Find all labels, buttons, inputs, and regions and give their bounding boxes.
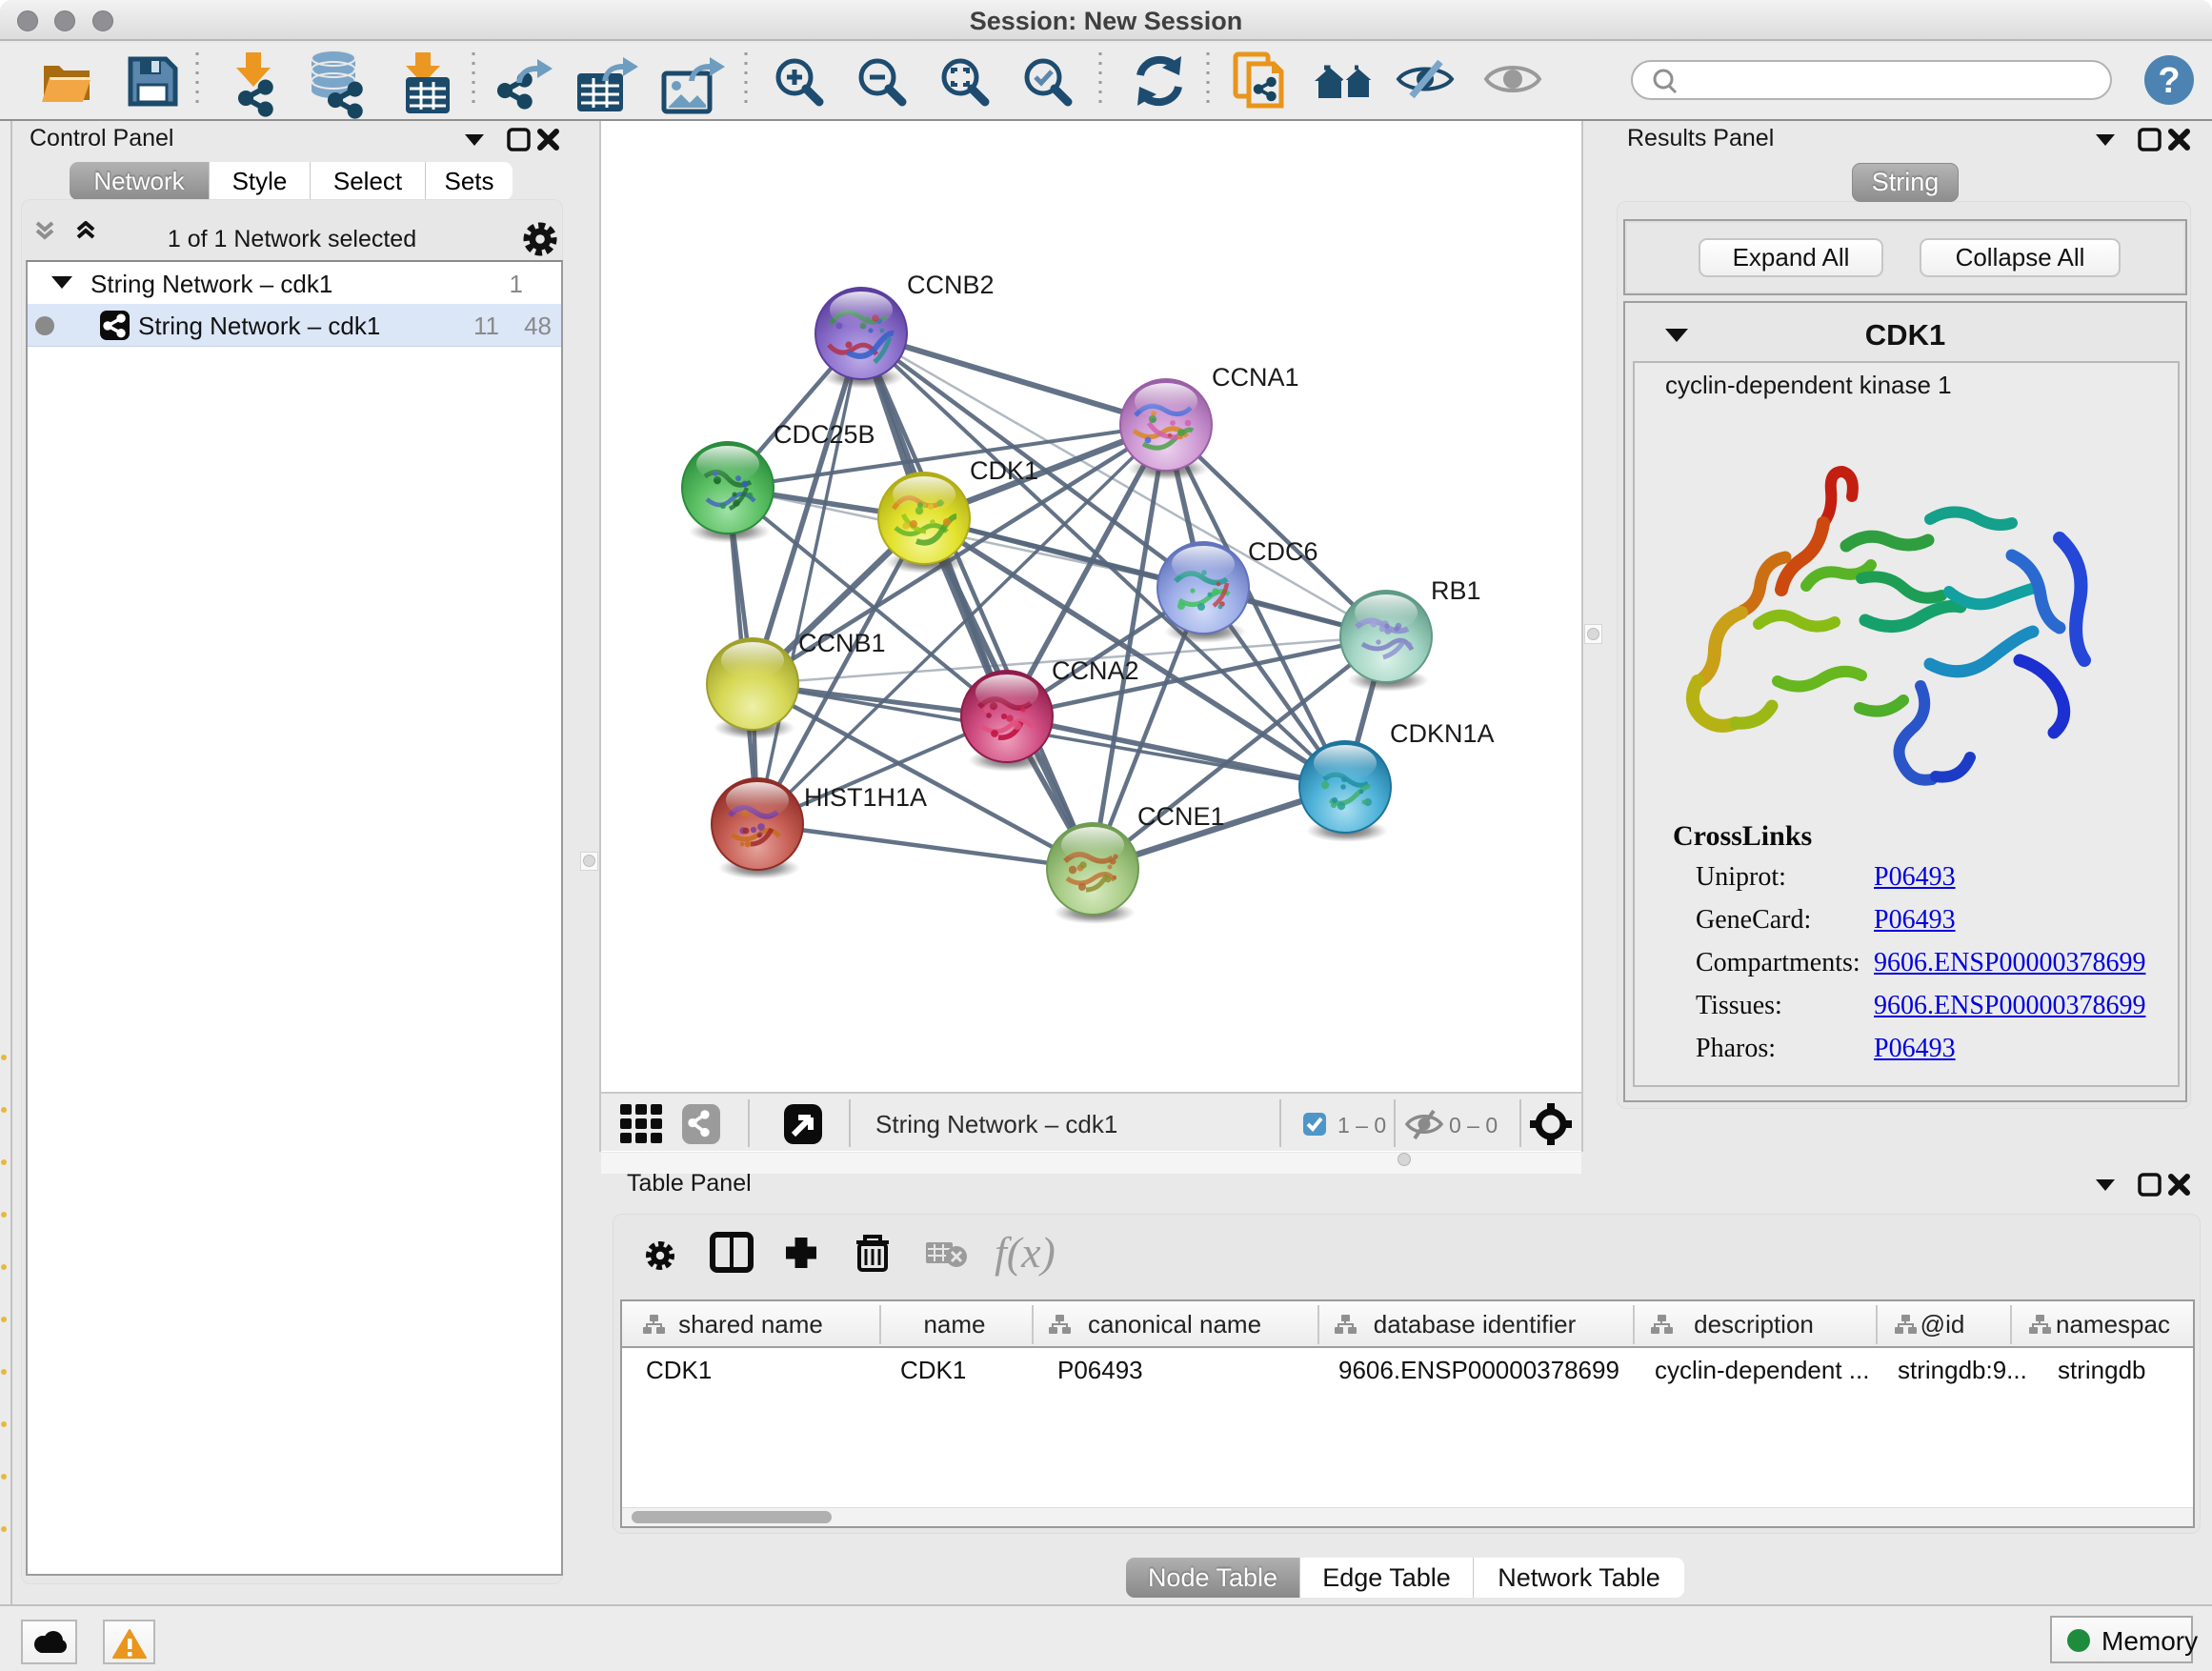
svg-text:CDC25B: CDC25B	[774, 420, 875, 449]
svg-text:?: ?	[2158, 61, 2180, 101]
svg-text:name: name	[923, 1310, 985, 1339]
svg-text:namespac: namespac	[2056, 1310, 2170, 1339]
svg-text:CDK1: CDK1	[970, 456, 1038, 485]
svg-text:@id: @id	[1920, 1310, 1965, 1339]
svg-text:canonical name: canonical name	[1088, 1310, 1261, 1339]
svg-text:CCNB1: CCNB1	[798, 629, 886, 657]
svg-text:database identifier: database identifier	[1374, 1310, 1577, 1339]
svg-text:shared name: shared name	[678, 1310, 823, 1339]
svg-text:CCNA1: CCNA1	[1212, 363, 1299, 392]
svg-text:CDC6: CDC6	[1248, 537, 1318, 566]
svg-text:f(x): f(x)	[995, 1228, 1056, 1277]
svg-text:0 – 0: 0 – 0	[1449, 1113, 1498, 1137]
svg-text:CCNA2: CCNA2	[1052, 656, 1139, 685]
svg-text:1 – 0: 1 – 0	[1337, 1113, 1386, 1137]
svg-text:CDKN1A: CDKN1A	[1390, 719, 1495, 748]
svg-text:HIST1H1A: HIST1H1A	[804, 783, 927, 812]
svg-text:CCNB2: CCNB2	[907, 271, 995, 299]
svg-text:RB1: RB1	[1431, 576, 1481, 605]
svg-text:CCNE1: CCNE1	[1137, 802, 1225, 831]
svg-text:description: description	[1694, 1310, 1814, 1339]
svg-text:String Network – cdk1: String Network – cdk1	[875, 1110, 1117, 1138]
